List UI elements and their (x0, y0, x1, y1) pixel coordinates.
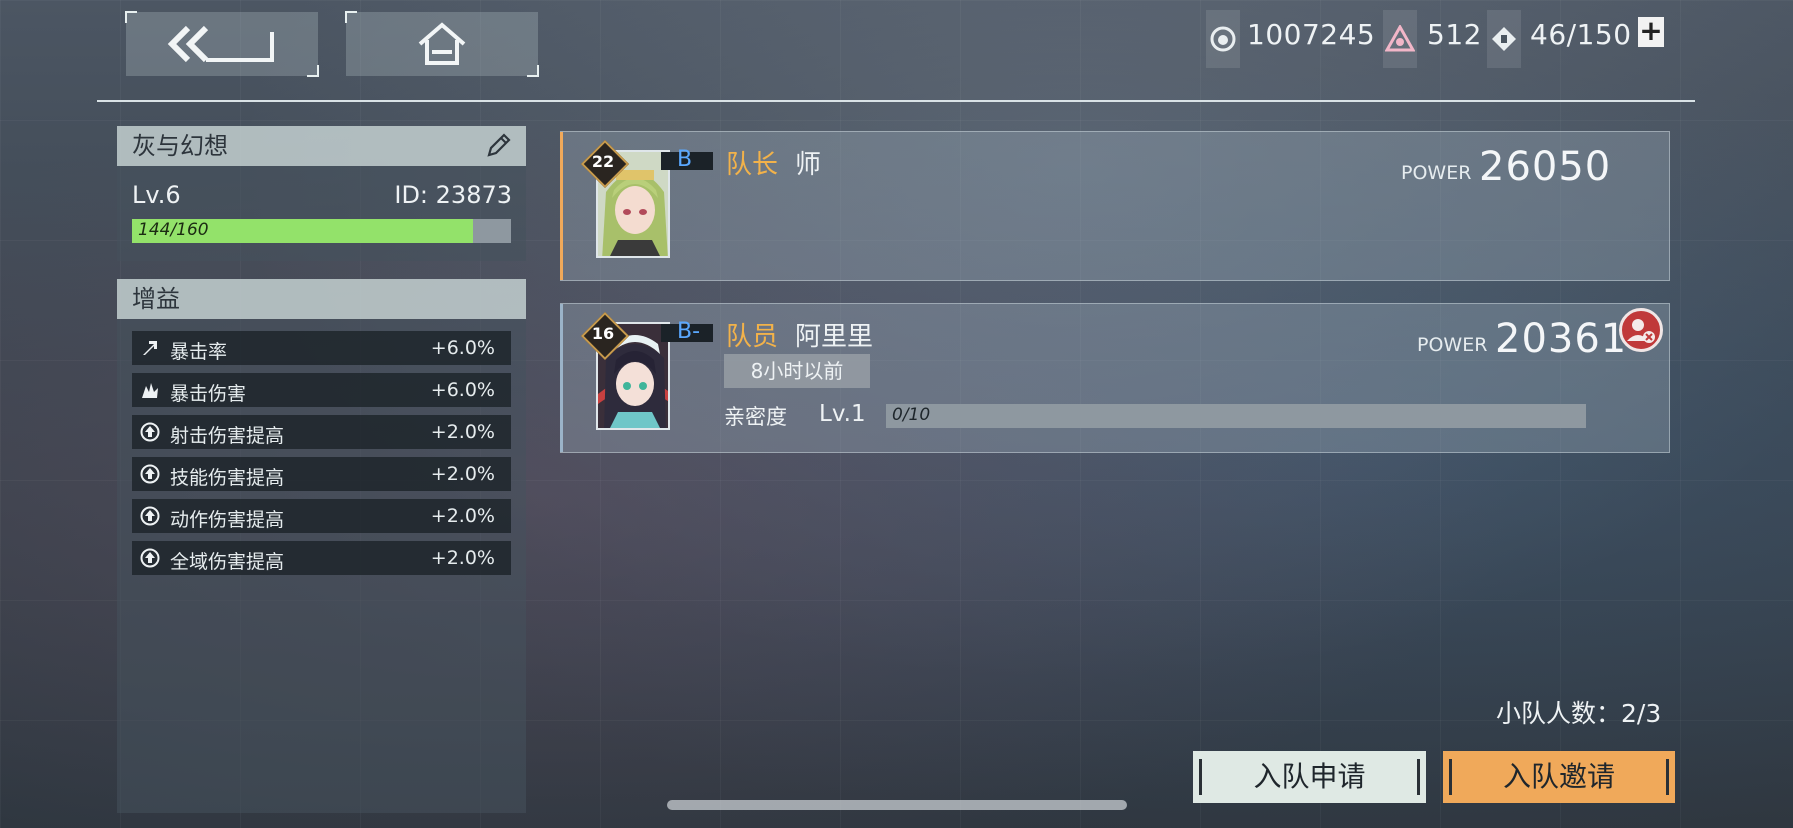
crit-rate-icon (140, 338, 160, 358)
buff-row: 射击伤害提高 +2.0% (132, 415, 511, 449)
buff-name: 技能伤害提高 (170, 467, 285, 489)
exp-text: 144/160 (138, 220, 209, 240)
coin-count: 1007245 (1247, 18, 1376, 51)
affinity-text: 0/10 (892, 405, 931, 425)
member-name: 阿里里 (795, 322, 874, 352)
home-icon (418, 22, 466, 65)
remove-member-button[interactable] (1619, 308, 1663, 352)
leader-rank: B (661, 149, 713, 171)
buff-value: +2.0% (430, 505, 495, 527)
leader-name: 师 (795, 150, 822, 180)
leader-power-label: POWER (1401, 162, 1472, 184)
back-button[interactable] (125, 11, 319, 77)
profile-header: 灰与幻想 (117, 126, 526, 166)
header-divider (97, 100, 1695, 102)
buff-header: 增益 (117, 279, 526, 319)
damage-up-icon (140, 422, 160, 442)
member-role: 队员 (726, 322, 779, 352)
affinity-level: Lv.1 (819, 401, 866, 427)
invite-button[interactable]: 入队邀请 (1443, 751, 1675, 803)
member-card-member[interactable]: 16 B- 队员 阿里里 8小时以前 亲密度 Lv.1 0/10 POWER 2… (560, 303, 1670, 453)
apply-button-label: 入队申请 (1253, 760, 1366, 793)
crystal-count: 512 (1427, 18, 1482, 51)
affinity-bar: 0/10 (886, 404, 1586, 428)
buff-row: 技能伤害提高 +2.0% (132, 457, 511, 491)
buff-value: +6.0% (430, 337, 495, 359)
back-arrow-icon (167, 25, 274, 63)
buff-name: 射击伤害提高 (170, 425, 285, 447)
stamina-icon (1487, 10, 1521, 68)
coin-icon (1206, 10, 1240, 68)
buff-row: 全域伤害提高 +2.0% (132, 541, 511, 575)
last-online-tag: 8小时以前 (724, 354, 870, 388)
crystal-icon (1383, 10, 1417, 68)
member-accent-edge (560, 304, 563, 452)
crit-damage-icon (140, 380, 160, 400)
leader-power: 26050 (1479, 144, 1612, 190)
add-stamina-button[interactable]: + (1638, 17, 1664, 47)
damage-up-icon (140, 464, 160, 484)
player-id: ID: 23873 (394, 181, 512, 209)
exp-bar: 144/160 (132, 219, 511, 243)
stamina-count: 46/150 (1530, 18, 1632, 51)
leader-role: 队长 (726, 150, 779, 180)
member-level: 16 (591, 324, 615, 343)
leader-accent-edge (560, 132, 563, 280)
remove-user-icon (1627, 319, 1655, 343)
edit-name-icon[interactable] (484, 132, 512, 172)
player-level: Lv.6 (132, 181, 181, 209)
profile-panel: 灰与幻想 Lv.6 ID: 23873 144/160 (117, 126, 526, 261)
apply-button[interactable]: 入队申请 (1193, 751, 1426, 803)
player-name: 灰与幻想 (132, 132, 228, 160)
member-power-label: POWER (1417, 334, 1488, 356)
buff-row: 动作伤害提高 +2.0% (132, 499, 511, 533)
damage-up-icon (140, 548, 160, 568)
buff-row: 暴击率 +6.0% (132, 331, 511, 365)
buff-name: 暴击率 (170, 341, 228, 363)
buff-value: +2.0% (430, 463, 495, 485)
leader-level: 22 (591, 152, 615, 171)
member-card-leader[interactable]: 22 B 队长 师 POWER 26050 (560, 131, 1670, 281)
team-count: 小队人数：2/3 (1496, 699, 1662, 728)
buff-value: +2.0% (430, 547, 495, 569)
buff-value: +6.0% (430, 379, 495, 401)
buff-panel: 增益 暴击率 +6.0% 暴击伤害 +6.0% 射击伤害提高 +2.0% 技能伤害提高 +2.… (117, 279, 526, 813)
invite-button-label: 入队邀请 (1502, 760, 1615, 793)
buff-row: 暴击伤害 +6.0% (132, 373, 511, 407)
buff-value: +2.0% (430, 421, 495, 443)
home-button[interactable] (345, 11, 539, 77)
damage-up-icon (140, 506, 160, 526)
buff-name: 全域伤害提高 (170, 551, 285, 573)
buff-name: 动作伤害提高 (170, 509, 285, 531)
member-power: 20361 (1495, 316, 1628, 362)
home-indicator[interactable] (667, 800, 1127, 810)
member-rank: B- (661, 321, 713, 343)
affinity-label: 亲密度 (724, 405, 787, 429)
buff-name: 暴击伤害 (170, 383, 247, 405)
